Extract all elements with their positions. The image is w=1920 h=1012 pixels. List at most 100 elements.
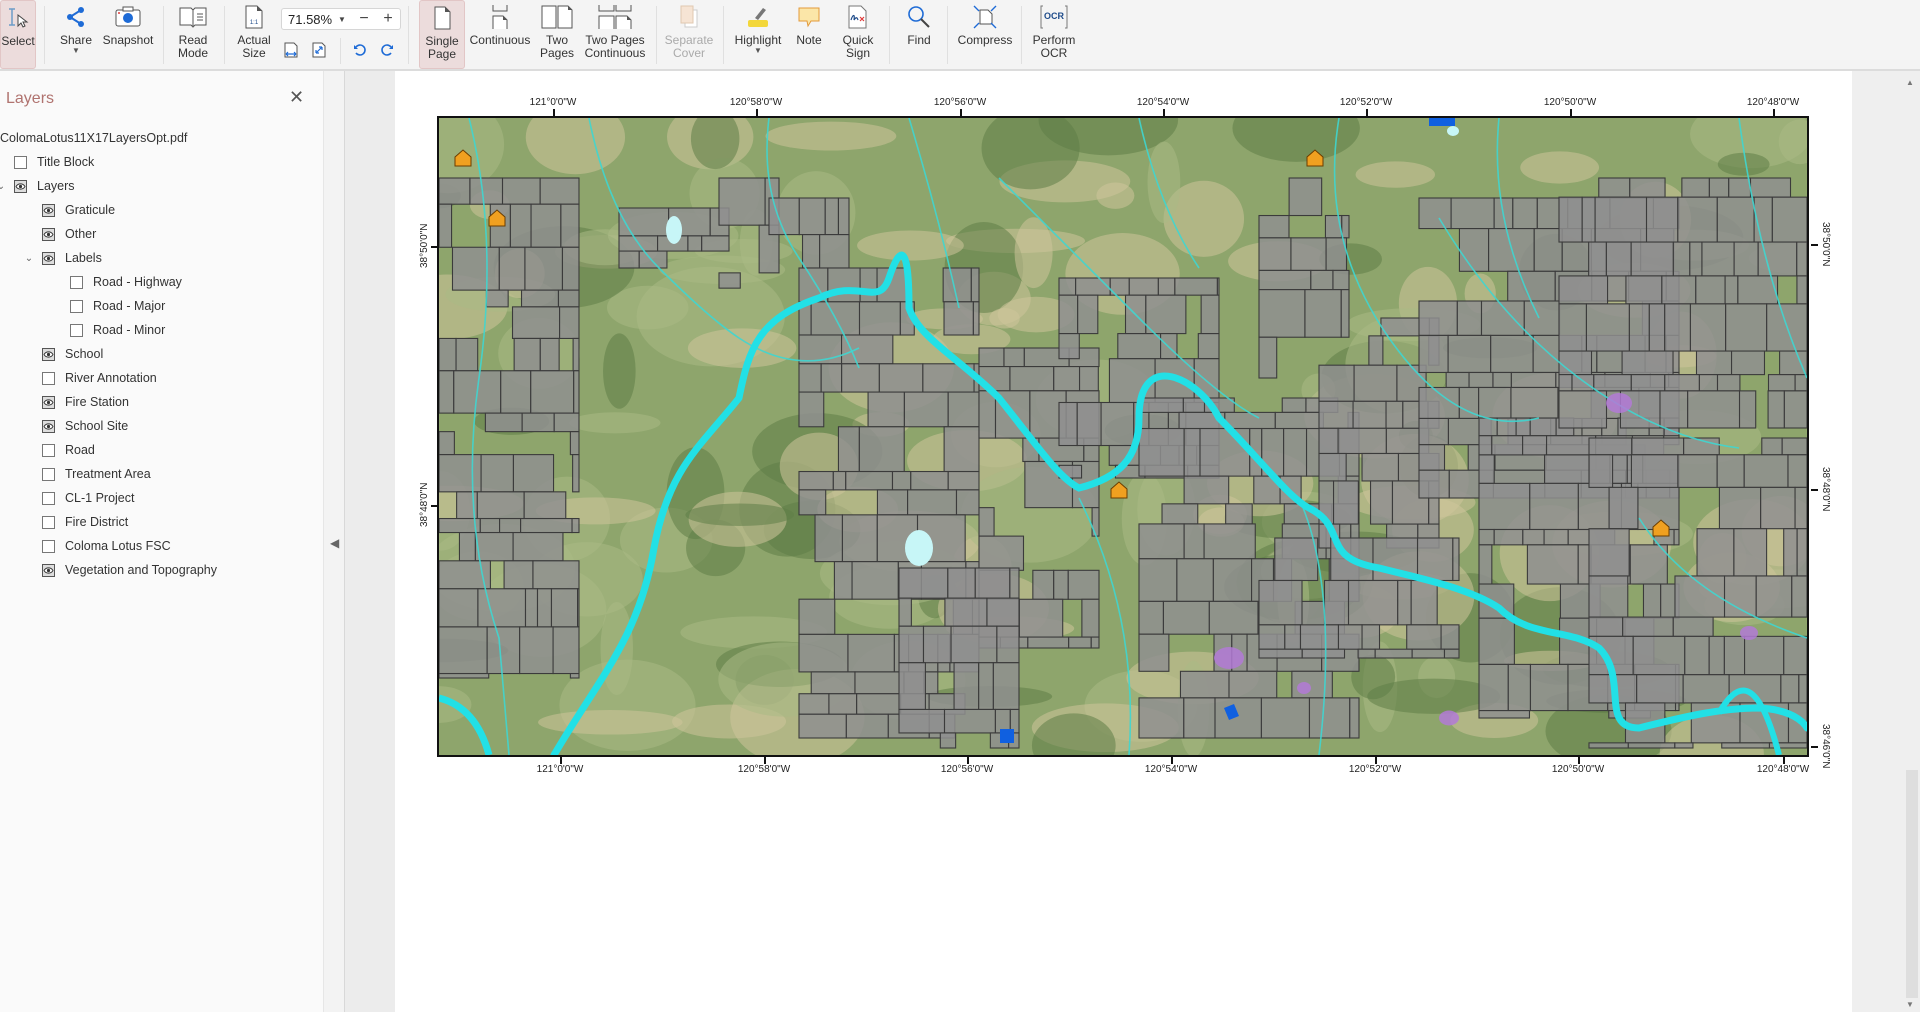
continuous-button[interactable]: Continuous xyxy=(470,0,530,69)
compress-button[interactable]: Compress xyxy=(956,0,1014,69)
parcel xyxy=(1588,742,1629,749)
layer-label: River Annotation xyxy=(65,371,157,385)
longitude-label-top: 120°54'0"W xyxy=(1136,97,1190,108)
layer-hidden-checkbox[interactable] xyxy=(42,443,55,457)
single-page-button[interactable]: Single Page xyxy=(419,0,465,69)
layer-item[interactable]: Fire District xyxy=(42,512,128,532)
layer-hidden-checkbox[interactable] xyxy=(42,491,55,505)
layer-item[interactable]: Title Block xyxy=(14,152,94,172)
layer-item[interactable]: Coloma Lotus FSC xyxy=(42,536,171,556)
zoom-dropdown-caret[interactable]: ▼ xyxy=(338,15,352,24)
layer-hidden-checkbox[interactable] xyxy=(14,155,27,169)
layer-visible-eye-icon[interactable] xyxy=(42,203,55,217)
select-tool-button[interactable]: Select xyxy=(0,0,36,69)
longitude-label-bottom: 120°54'0"W xyxy=(1144,764,1198,775)
close-panel-button[interactable]: ✕ xyxy=(289,87,304,108)
layer-hidden-checkbox[interactable] xyxy=(70,299,83,313)
layer-item[interactable]: Graticule xyxy=(42,200,115,220)
parcel xyxy=(1695,350,1733,376)
layer-visible-eye-icon[interactable] xyxy=(42,395,55,409)
quick-sign-button[interactable]: Quick Sign xyxy=(834,0,882,69)
parcel xyxy=(1199,427,1251,477)
layer-visible-eye-icon[interactable] xyxy=(42,419,55,433)
layer-item[interactable]: Treatment Area xyxy=(42,464,151,484)
layer-item[interactable]: Road - Major xyxy=(70,296,165,316)
parcel xyxy=(1490,334,1534,374)
two-pages-button[interactable]: Two Pages xyxy=(535,0,579,69)
layer-hidden-checkbox[interactable] xyxy=(42,371,55,385)
rotate-right-button[interactable] xyxy=(377,40,397,60)
parcel xyxy=(1696,528,1735,577)
parcel xyxy=(947,391,980,428)
scroll-up-arrow-icon[interactable]: ▲ xyxy=(1906,78,1914,87)
highlight-button[interactable]: Highlight ▼ xyxy=(732,0,784,69)
layer-item[interactable]: Fire Station xyxy=(42,392,129,412)
share-button[interactable]: Share ▼ xyxy=(57,0,95,69)
parcel xyxy=(1385,400,1404,429)
layers-panel-title: Layers xyxy=(6,90,55,107)
parcel xyxy=(485,289,509,308)
parcel xyxy=(1708,635,1725,676)
fit-width-button[interactable] xyxy=(281,40,301,60)
parcel xyxy=(1794,486,1807,530)
share-dropdown-caret[interactable]: ▼ xyxy=(72,47,80,55)
parcel xyxy=(978,535,1025,571)
school-site-icon xyxy=(1000,729,1014,743)
layer-item[interactable]: ⌄ Labels xyxy=(22,248,102,268)
expand-chevron-icon[interactable]: ⌄ xyxy=(22,253,36,264)
parcel xyxy=(1629,544,1668,585)
read-mode-button[interactable]: Read Mode xyxy=(175,0,211,69)
layer-visible-eye-icon[interactable] xyxy=(42,251,55,265)
scrollbar-thumb[interactable] xyxy=(1906,770,1918,998)
expand-chevron-icon[interactable]: ⌄ xyxy=(0,181,8,192)
parcel xyxy=(810,671,856,695)
zoom-in-button[interactable]: + xyxy=(376,10,400,28)
layer-item[interactable]: River Annotation xyxy=(42,368,157,388)
zoom-level-input[interactable]: 71.58% xyxy=(282,12,338,27)
parcel xyxy=(1529,482,1579,531)
layer-item[interactable]: School xyxy=(42,344,103,364)
parcel xyxy=(458,531,476,562)
highlighter-icon xyxy=(732,0,784,34)
find-button[interactable]: Find xyxy=(900,0,938,69)
layer-visible-eye-icon[interactable] xyxy=(42,347,55,361)
note-button[interactable]: Note xyxy=(791,0,827,69)
layer-item[interactable]: Road - Minor xyxy=(70,320,165,340)
fit-page-button[interactable] xyxy=(309,40,329,60)
layer-item[interactable]: Vegetation and Topography xyxy=(42,560,217,580)
layer-hidden-checkbox[interactable] xyxy=(42,515,55,529)
rotate-left-button[interactable] xyxy=(350,40,370,60)
layer-hidden-checkbox[interactable] xyxy=(42,467,55,481)
parcel xyxy=(439,454,482,493)
parcel xyxy=(1716,196,1755,243)
layer-visible-eye-icon[interactable] xyxy=(42,227,55,241)
snapshot-button[interactable]: Snapshot xyxy=(103,0,153,69)
parcel xyxy=(1352,400,1387,429)
parcel xyxy=(1796,241,1807,277)
layer-hidden-checkbox[interactable] xyxy=(42,539,55,553)
separate-cover-button[interactable]: Separate Cover xyxy=(664,0,714,69)
layer-item[interactable]: Road xyxy=(42,440,95,460)
zoom-out-button[interactable]: − xyxy=(352,10,376,28)
layer-item[interactable]: ⌄ Layers xyxy=(0,176,75,196)
actual-size-button[interactable]: 1:1 Actual Size xyxy=(236,0,272,69)
layer-visible-eye-icon[interactable] xyxy=(42,563,55,577)
parcel xyxy=(1648,303,1666,352)
layer-item[interactable]: Road - Highway xyxy=(70,272,182,292)
layer-visible-eye-icon[interactable] xyxy=(14,179,27,193)
collapse-panel-arrow-icon[interactable]: ◀ xyxy=(330,536,339,550)
scroll-down-arrow-icon[interactable]: ▼ xyxy=(1906,1000,1914,1009)
terrain-patch xyxy=(685,503,795,527)
layer-item[interactable]: Other xyxy=(42,224,96,244)
parcel xyxy=(898,597,912,627)
parcel xyxy=(1738,390,1757,429)
two-pages-continuous-button[interactable]: Two Pages Continuous xyxy=(583,0,647,69)
layer-hidden-checkbox[interactable] xyxy=(70,275,83,289)
layer-item[interactable]: School Site xyxy=(42,416,128,436)
perform-ocr-button[interactable]: OCR Perform OCR xyxy=(1030,0,1078,69)
highlight-dropdown-caret[interactable]: ▼ xyxy=(754,47,762,55)
layer-hidden-checkbox[interactable] xyxy=(70,323,83,337)
layer-label: School Site xyxy=(65,419,129,433)
parcel xyxy=(1507,663,1532,712)
layer-item[interactable]: CL-1 Project xyxy=(42,488,134,508)
